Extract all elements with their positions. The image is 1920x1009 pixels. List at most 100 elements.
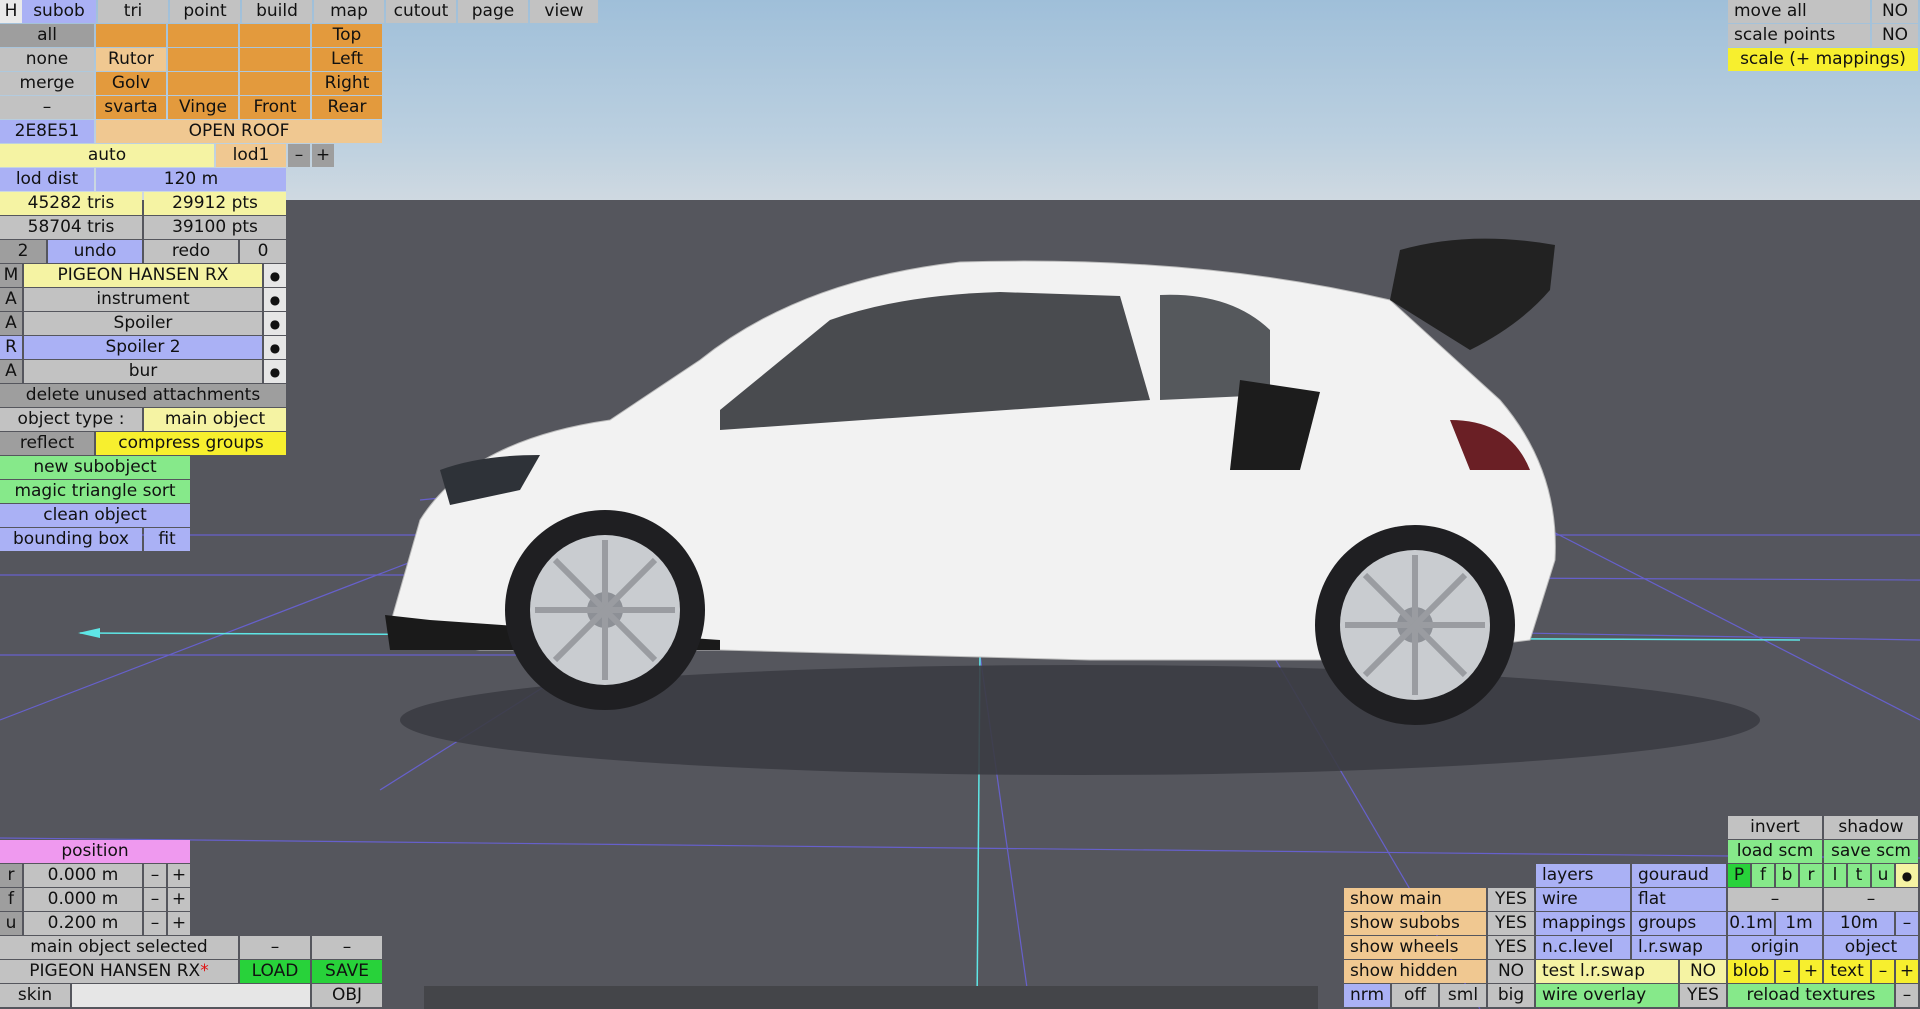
object-visibility-dot[interactable] [264, 312, 286, 335]
view-rear-button[interactable]: Rear [312, 96, 382, 119]
undo-button[interactable]: undo [48, 240, 142, 263]
view-f-button[interactable]: f [1752, 864, 1774, 887]
object-visibility-dot[interactable] [264, 360, 286, 383]
color-code-field[interactable]: 2E8E51 [0, 120, 94, 143]
position-u-field[interactable]: 0.200 m [24, 912, 142, 935]
selected-dash-2[interactable]: – [312, 936, 382, 959]
group-empty-2[interactable] [168, 24, 238, 47]
view-p-button[interactable]: P [1728, 864, 1750, 887]
object-type-select[interactable]: main object [144, 408, 286, 431]
gouraud-button[interactable]: gouraud [1632, 864, 1726, 887]
view-dot-button[interactable] [1896, 864, 1918, 887]
object-button[interactable]: object [1824, 936, 1918, 959]
group-svarta[interactable]: svarta [96, 96, 166, 119]
object-item[interactable]: bur [24, 360, 262, 383]
menu-view[interactable]: view [530, 0, 598, 23]
clean-object-button[interactable]: clean object [0, 504, 190, 527]
menu-h[interactable]: H [0, 0, 22, 23]
view-r-button[interactable]: r [1800, 864, 1822, 887]
menu-cutout[interactable]: cutout [386, 0, 456, 23]
blob-button[interactable]: blob [1728, 960, 1774, 983]
object-visibility-dot[interactable] [264, 336, 286, 359]
menu-map[interactable]: map [314, 0, 384, 23]
dash-left[interactable]: – [1728, 888, 1822, 911]
groups-button[interactable]: groups [1632, 912, 1726, 935]
blob-minus[interactable]: – [1776, 960, 1798, 983]
delete-unused-button[interactable]: delete unused attachments [0, 384, 286, 407]
select-all-button[interactable]: all [0, 24, 94, 47]
move-all-toggle[interactable]: NO [1872, 0, 1918, 23]
fit-button[interactable]: fit [144, 528, 190, 551]
selected-dash-1[interactable]: – [240, 936, 310, 959]
view-t-button[interactable]: t [1848, 864, 1870, 887]
position-f-field[interactable]: 0.000 m [24, 888, 142, 911]
redo-button[interactable]: redo [144, 240, 238, 263]
object-visibility-dot[interactable] [264, 288, 286, 311]
view-left-button[interactable]: Left [312, 48, 382, 71]
object-item[interactable]: instrument [24, 288, 262, 311]
step-10m[interactable]: 10m [1824, 912, 1894, 935]
step-1m[interactable]: 1m [1776, 912, 1822, 935]
save-scm-button[interactable]: save scm [1824, 840, 1918, 863]
reflect-button[interactable]: reflect [0, 432, 94, 455]
shadow-button[interactable]: shadow [1824, 816, 1918, 839]
group-empty-4[interactable] [168, 48, 238, 71]
load-button[interactable]: LOAD [240, 960, 310, 983]
test-lr-swap-toggle[interactable]: NO [1680, 960, 1726, 983]
menu-build[interactable]: build [242, 0, 312, 23]
view-l-button[interactable]: l [1824, 864, 1846, 887]
object-visibility-dot[interactable] [264, 264, 286, 287]
obj-button[interactable]: OBJ [312, 984, 382, 1007]
position-f-minus[interactable]: – [144, 888, 166, 911]
lr-swap-button[interactable]: l.r.swap [1632, 936, 1726, 959]
nc-level-button[interactable]: n.c.level [1536, 936, 1630, 959]
position-r-minus[interactable]: – [144, 864, 166, 887]
show-subobs-toggle[interactable]: YES [1488, 912, 1534, 935]
select-none-button[interactable]: none [0, 48, 94, 71]
text-minus[interactable]: – [1872, 960, 1894, 983]
group-vinge[interactable]: Vinge [168, 96, 238, 119]
group-rutor[interactable]: Rutor [96, 48, 166, 71]
group-empty-6[interactable] [168, 72, 238, 95]
show-main-toggle[interactable]: YES [1488, 888, 1534, 911]
size-nrm-button[interactable]: nrm [1344, 984, 1390, 1007]
text-button[interactable]: text [1824, 960, 1870, 983]
view-top-button[interactable]: Top [312, 24, 382, 47]
wire-overlay-button[interactable]: wire overlay [1536, 984, 1678, 1007]
flat-button[interactable]: flat [1632, 888, 1726, 911]
invert-button[interactable]: invert [1728, 816, 1822, 839]
text-plus[interactable]: + [1896, 960, 1918, 983]
test-lr-swap-button[interactable]: test l.r.swap [1536, 960, 1678, 983]
mappings-button[interactable]: mappings [1536, 912, 1630, 935]
object-item-selected[interactable]: Spoiler 2 [24, 336, 262, 359]
origin-button[interactable]: origin [1728, 936, 1822, 959]
position-r-plus[interactable]: + [168, 864, 190, 887]
load-scm-button[interactable]: load scm [1728, 840, 1822, 863]
reload-textures-button[interactable]: reload textures [1728, 984, 1894, 1007]
lod-select[interactable]: lod1 [216, 144, 286, 167]
position-u-minus[interactable]: – [144, 912, 166, 935]
menu-point[interactable]: point [170, 0, 240, 23]
auto-button[interactable]: auto [0, 144, 214, 167]
view-right-button[interactable]: Right [312, 72, 382, 95]
lod-minus-button[interactable]: – [288, 144, 310, 167]
group-empty-1[interactable] [96, 24, 166, 47]
group-empty-3[interactable] [240, 24, 310, 47]
show-hidden-toggle[interactable]: NO [1488, 960, 1534, 983]
wire-button[interactable]: wire [1536, 888, 1630, 911]
skin-field[interactable] [72, 984, 310, 1007]
horizontal-scrollbar[interactable] [424, 986, 1318, 1009]
position-f-plus[interactable]: + [168, 888, 190, 911]
size-sml-button[interactable]: sml [1440, 984, 1486, 1007]
position-r-field[interactable]: 0.000 m [24, 864, 142, 887]
object-item-main[interactable]: PIGEON HANSEN RX [24, 264, 262, 287]
layers-button[interactable]: layers [1536, 864, 1630, 887]
reload-dash[interactable]: – [1896, 984, 1918, 1007]
position-u-plus[interactable]: + [168, 912, 190, 935]
group-golv[interactable]: Golv [96, 72, 166, 95]
lod-dist-value[interactable]: 120 m [96, 168, 286, 191]
step-01m[interactable]: 0.1m [1728, 912, 1774, 935]
dash-right[interactable]: – [1824, 888, 1918, 911]
wire-overlay-toggle[interactable]: YES [1680, 984, 1726, 1007]
menu-tri[interactable]: tri [98, 0, 168, 23]
